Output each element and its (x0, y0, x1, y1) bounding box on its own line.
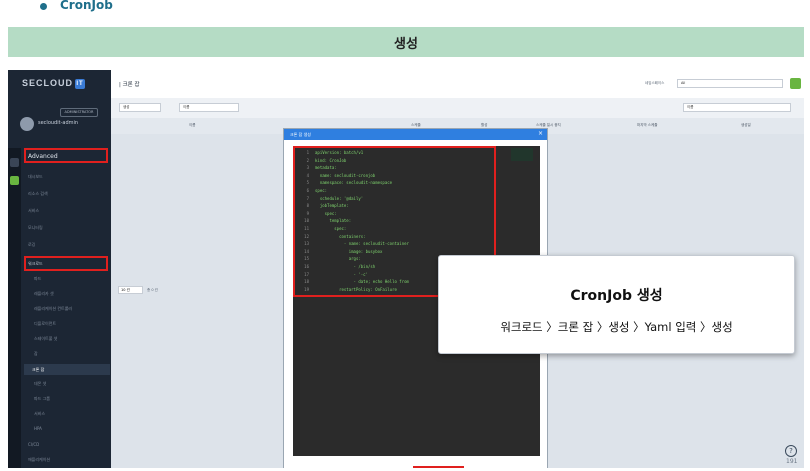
nav-subitem[interactable]: 레플리케이션 컨트롤러 (34, 306, 72, 312)
highlight-advanced (24, 148, 108, 163)
avatar[interactable] (20, 117, 34, 131)
page-title: | 크론 잡 (119, 82, 140, 88)
nav-subitem[interactable]: 서비스 (34, 411, 45, 417)
user-name[interactable]: secloudit-admin (38, 120, 78, 126)
nav-subitem[interactable]: 레플리카 셋 (34, 291, 54, 297)
pagination-bar: 10 건 총 0 건 (111, 284, 281, 296)
menu-icon[interactable] (10, 158, 19, 167)
nav-subitem[interactable]: 파드 그룹 (34, 396, 50, 402)
total-count: 총 0 건 (147, 288, 158, 292)
nav-subitem[interactable]: HPA (34, 426, 42, 431)
callout-path: 워크로드 〉크론 잡 〉생성 〉Yaml 입력 〉생성 (500, 320, 733, 334)
highlight-create-button (413, 466, 464, 468)
highlight-workload (24, 256, 108, 271)
column-header[interactable]: 생성일 (741, 123, 751, 128)
modal-header: 크론 잡 생성 × (284, 129, 547, 140)
namespace-select[interactable]: All (677, 79, 783, 88)
nav-item-cronjob[interactable]: 크론 잡 (24, 364, 110, 375)
nav-item[interactable]: CI/CD (28, 442, 39, 447)
namespace-label: 네임스페이스 (645, 81, 665, 85)
modal-title: 크론 잡 생성 (290, 132, 311, 137)
nav-item[interactable]: 모니터링 (28, 225, 43, 231)
search-input[interactable]: 이름 (683, 103, 791, 112)
app-logo: SECLOUD IT (22, 78, 86, 89)
nav-subitem[interactable]: 파드 (34, 276, 41, 282)
nav-subitem[interactable]: 디플로이먼트 (34, 321, 56, 327)
action-select[interactable]: 생성 (119, 103, 161, 112)
nav-subitem[interactable]: 스테이트풀 셋 (34, 336, 57, 342)
nav-subitem[interactable]: 잡 (34, 351, 38, 357)
column-header[interactable]: 마지막 스케줄 (637, 123, 657, 128)
nav-item[interactable]: 로깅 (28, 242, 35, 248)
nav-item[interactable]: 리소스 검색 (28, 191, 48, 197)
slide-heading: CronJob (60, 0, 113, 12)
help-icon[interactable]: ? (785, 445, 797, 457)
callout-title: CronJob 생성 (570, 288, 663, 304)
page-number: 191 (786, 458, 798, 465)
toolbar: 생성 이름 이름 (111, 98, 804, 118)
slide-page: CronJob 생성 SECLOUD IT ADMINISTRATOR seclo… (0, 0, 810, 471)
nav-subitem[interactable]: 데몬 셋 (34, 381, 46, 387)
close-icon[interactable]: × (538, 130, 543, 137)
top-bar: | 크론 잡 네임스페이스 All (111, 70, 804, 98)
apply-button[interactable] (790, 78, 801, 89)
section-banner: 생성 (8, 27, 804, 57)
page-size-select[interactable]: 10 건 (118, 286, 143, 294)
app-icon[interactable] (10, 176, 19, 185)
filter-select[interactable]: 이름 (179, 103, 239, 112)
icon-rail (8, 148, 21, 468)
nav-item[interactable]: 애플리케이션 (28, 457, 50, 463)
editor-minimap[interactable] (511, 148, 533, 161)
nav-item[interactable]: 대시보드 (28, 174, 43, 180)
role-badge: ADMINISTRATOR (60, 108, 98, 117)
callout-box: CronJob 생성 워크로드 〉크론 잡 〉생성 〉Yaml 입력 〉생성 (438, 255, 795, 354)
column-header[interactable]: 이름 (189, 123, 195, 128)
nav-item[interactable]: 서비스 (28, 208, 39, 214)
bullet-dot (40, 3, 47, 10)
